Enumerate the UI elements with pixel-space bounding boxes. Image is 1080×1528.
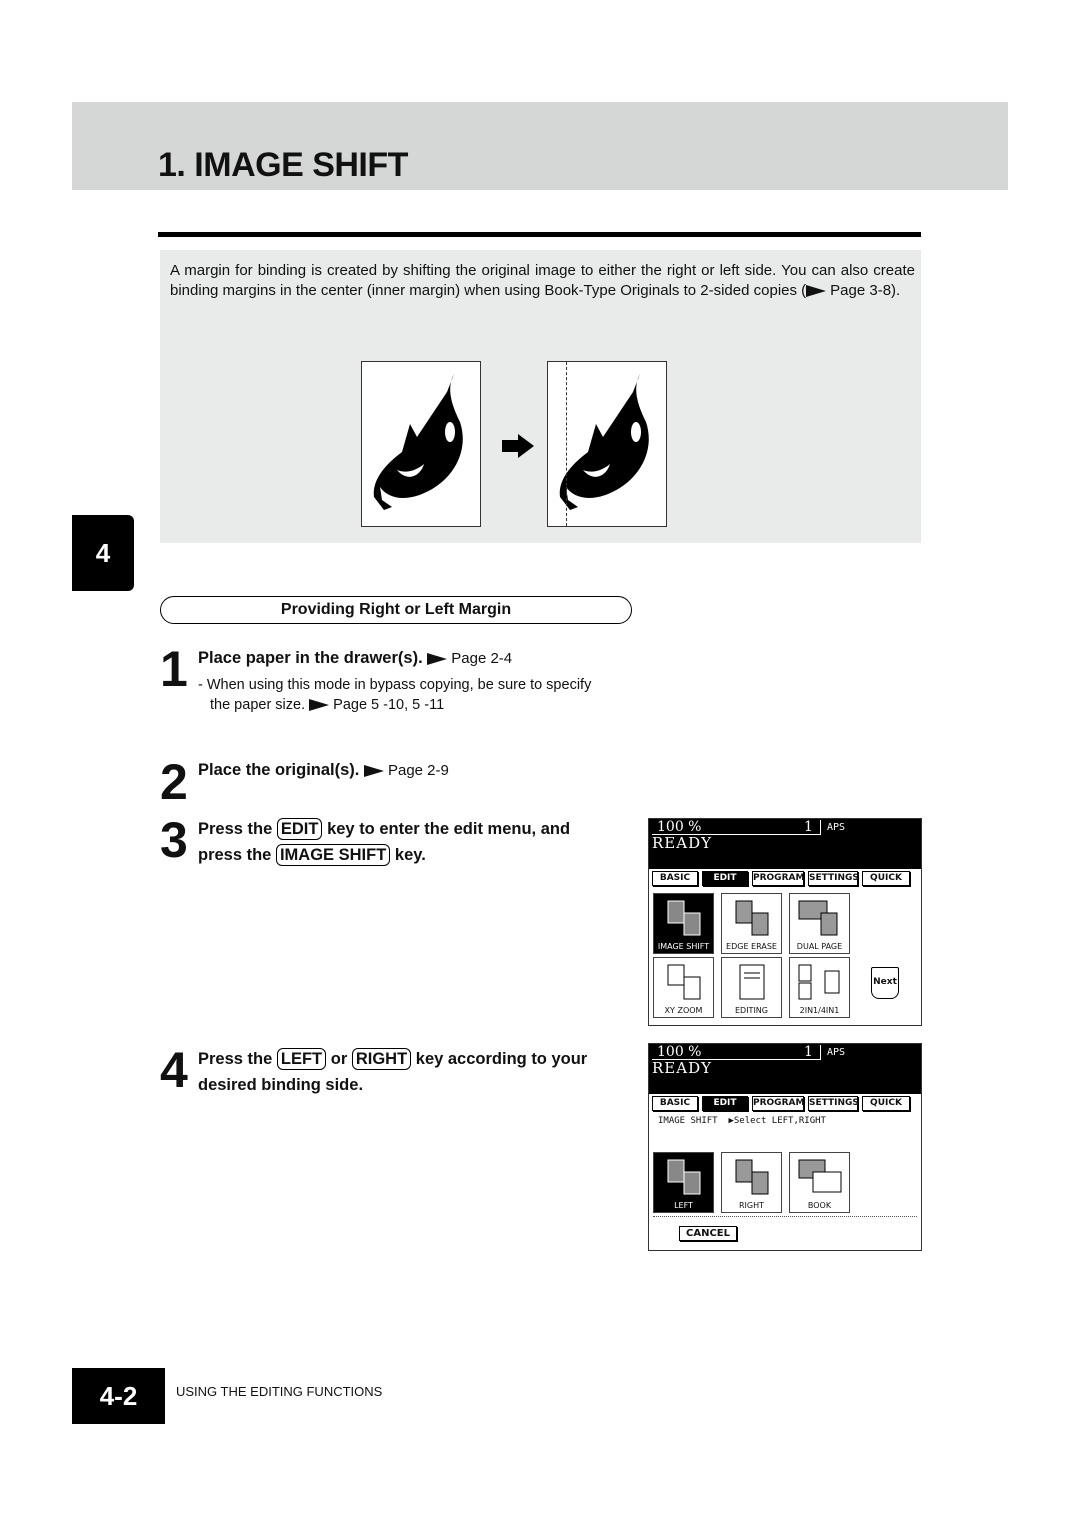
status-text: READY [652, 1059, 713, 1077]
copy-count: 1 [804, 1044, 813, 1060]
page-ref-arrow-icon [806, 285, 827, 298]
step-number: 1 [160, 641, 188, 697]
panel-tabs: BASIC EDIT PROGRAM SETTINGS QUICK [652, 871, 910, 886]
tab-basic[interactable]: BASIC [652, 1096, 698, 1111]
original-illustration [361, 361, 481, 527]
paper-mode: APS [827, 1047, 846, 1058]
orca-icon [373, 374, 463, 510]
zoom-readout: 100 % [657, 1044, 702, 1060]
edit-key: EDIT [276, 818, 323, 840]
tab-quick[interactable]: QUICK [862, 1096, 910, 1111]
page-number: 4-2 [72, 1368, 165, 1424]
page-ref-arrow-icon [309, 699, 330, 712]
divider [653, 1216, 917, 1217]
copy-count: 1 [804, 819, 813, 835]
page-ref-arrow-icon [427, 652, 448, 665]
tab-quick[interactable]: QUICK [862, 871, 910, 886]
shift-right-icon [735, 1159, 768, 1195]
panel-message: IMAGE SHIFT ▶Select LEFT,RIGHT [658, 1116, 826, 1126]
xy-zoom-button[interactable]: XY ZOOM [653, 957, 714, 1018]
step-number: 4 [160, 1042, 188, 1098]
step-text: Place the original(s). Page 2-9 [198, 761, 449, 779]
lcd-status: 100 % 1 APS READY [649, 819, 921, 869]
dual-page-icon [798, 900, 837, 936]
section-heading: Providing Right or Left Margin [160, 596, 632, 624]
step-number: 3 [160, 812, 188, 868]
tab-edit[interactable]: EDIT [702, 871, 748, 886]
left-button[interactable]: LEFT [653, 1152, 714, 1213]
paper-mode: APS [827, 822, 846, 833]
page-title: 1. IMAGE SHIFT [158, 146, 408, 184]
dual-page-button[interactable]: DUAL PAGE [789, 893, 850, 954]
book-button[interactable]: BOOK [789, 1152, 850, 1213]
shifted-illustration [547, 361, 667, 527]
editing-icon [739, 964, 764, 1000]
left-key: LEFT [276, 1048, 327, 1070]
lcd-status: 100 % 1 APS READY [649, 1044, 921, 1094]
step-note: - When using this mode in bypass copying… [198, 677, 592, 693]
step-number: 2 [160, 754, 188, 810]
tab-program[interactable]: PROGRAM [752, 1096, 804, 1111]
manual-page: 1. IMAGE SHIFT A margin for binding is c… [0, 0, 1080, 1528]
step-text: Place paper in the drawer(s). Page 2-4 [198, 649, 513, 667]
chapter-tab: 4 [72, 515, 134, 591]
footer-section: USING THE EDITING FUNCTIONS [176, 1384, 383, 1399]
control-panel-image-shift: 100 % 1 APS READY BASIC EDIT PROGRAM SET… [648, 1043, 922, 1251]
tab-basic[interactable]: BASIC [652, 871, 698, 886]
step-text: Press the LEFT or RIGHT key according to… [198, 1048, 588, 1094]
editing-button[interactable]: EDITING [721, 957, 782, 1018]
control-panel-edit-menu: 100 % 1 APS READY BASIC EDIT PROGRAM SET… [648, 818, 922, 1026]
edge-erase-icon [735, 900, 768, 936]
page-ref-arrow-icon [363, 764, 384, 777]
next-button[interactable]: Next [871, 967, 899, 999]
image-shift-button[interactable]: IMAGE SHIFT [653, 893, 714, 954]
right-key: RIGHT [351, 1048, 412, 1070]
right-button[interactable]: RIGHT [721, 1152, 782, 1213]
step-text: Press the EDIT key to enter the edit men… [198, 818, 571, 866]
arrow-right-icon [502, 434, 534, 458]
step-note: the paper size. Page 5 -10, 5 -11 [210, 697, 445, 713]
book-icon [798, 1159, 841, 1193]
xy-zoom-icon [667, 964, 700, 1000]
image-shift-icon [667, 900, 700, 936]
tab-program[interactable]: PROGRAM [752, 871, 804, 886]
status-text: READY [652, 834, 713, 852]
2in1-icon [798, 964, 839, 1000]
tab-settings[interactable]: SETTINGS [808, 1096, 859, 1111]
zoom-readout: 100 % [657, 819, 702, 835]
tab-edit[interactable]: EDIT [702, 1096, 748, 1111]
cancel-button[interactable]: CANCEL [679, 1226, 737, 1241]
shift-left-icon [667, 1159, 700, 1195]
tab-settings[interactable]: SETTINGS [808, 871, 859, 886]
2in1-4in1-button[interactable]: 2IN1/4IN1 [789, 957, 850, 1018]
image-shift-key: IMAGE SHIFT [275, 844, 391, 866]
divider [158, 232, 921, 237]
panel-tabs: BASIC EDIT PROGRAM SETTINGS QUICK [652, 1096, 910, 1111]
edge-erase-button[interactable]: EDGE ERASE [721, 893, 782, 954]
intro-text: A margin for binding is created by shift… [170, 262, 915, 299]
